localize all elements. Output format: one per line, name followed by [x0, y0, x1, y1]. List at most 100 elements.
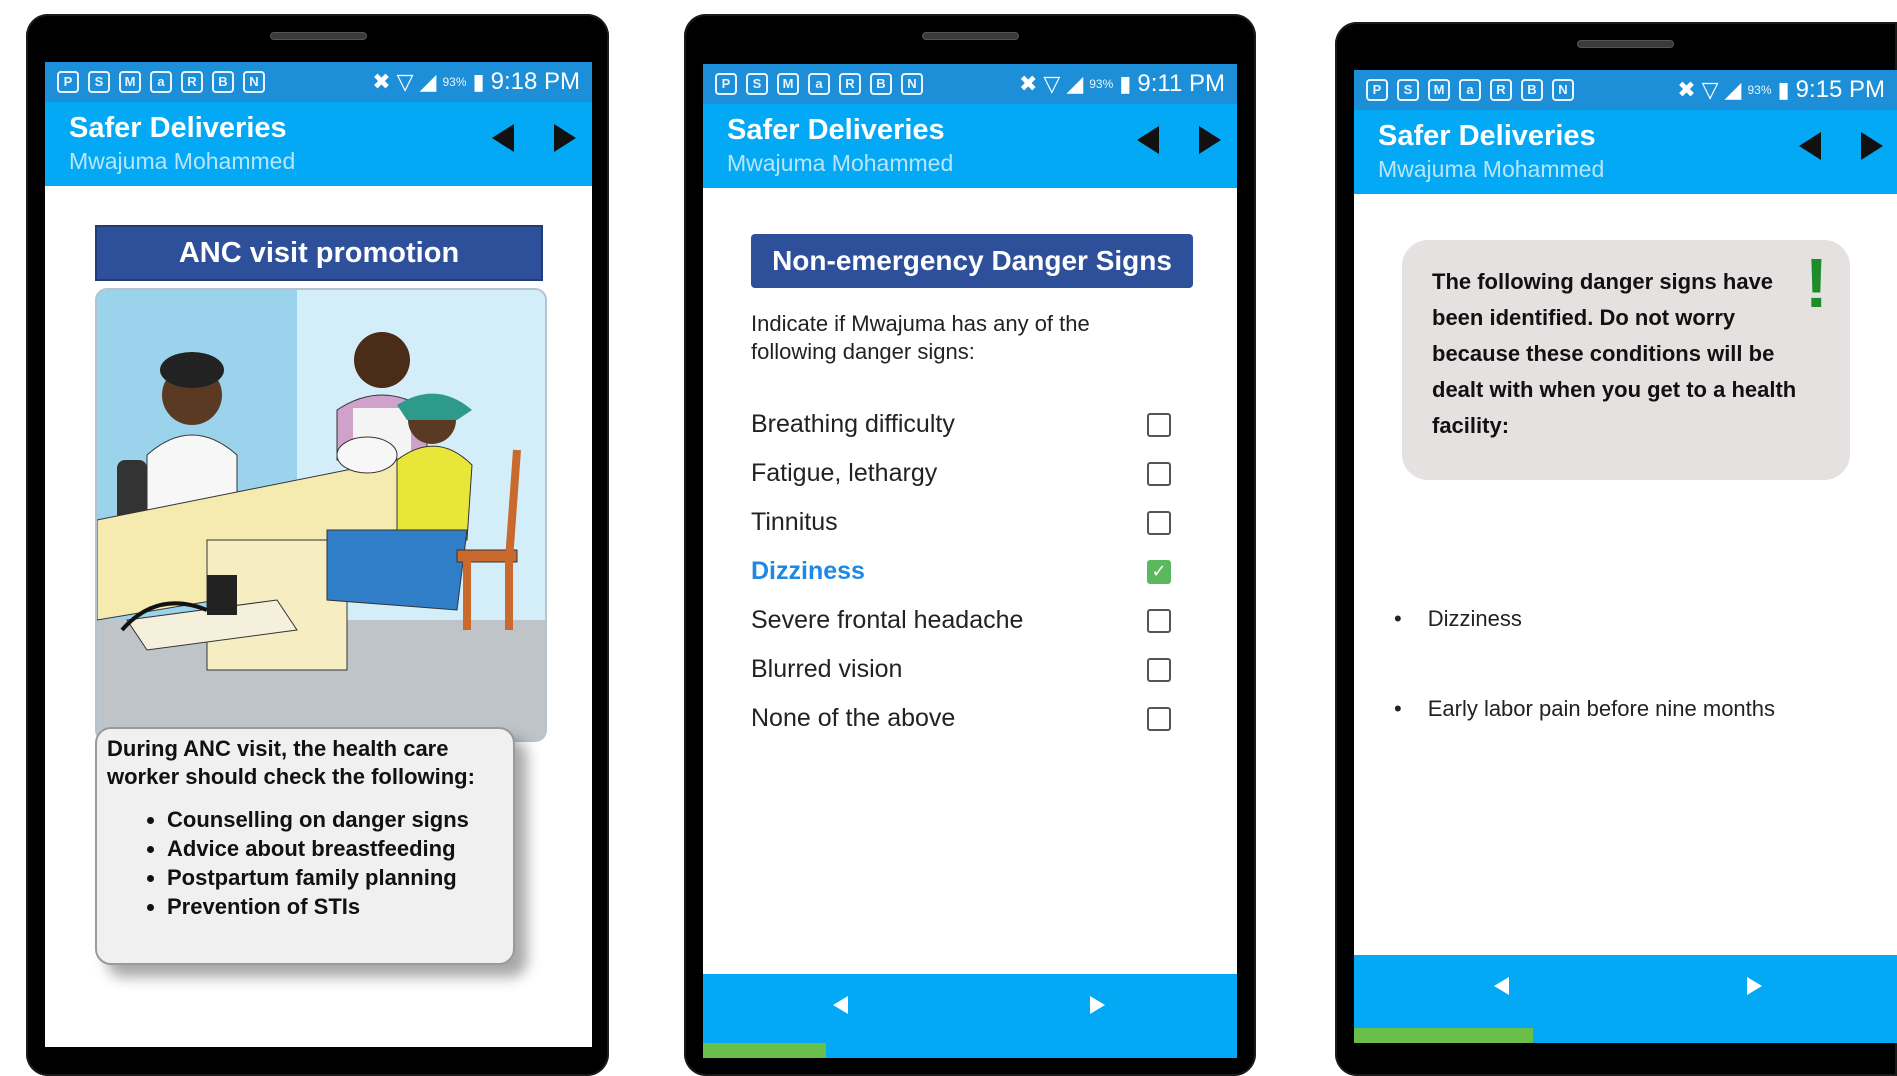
- notification-icon: M: [119, 71, 141, 93]
- wifi-icon: ▽: [1043, 71, 1061, 96]
- status-bar: P S M a R B N ✖ ▽ ◢ 93% ▮ 9:11 PM: [703, 64, 1237, 104]
- option-row[interactable]: Dizziness ✓: [751, 547, 1191, 596]
- checkbox[interactable]: [1147, 608, 1171, 633]
- signal-icon: ◢: [419, 69, 437, 94]
- list-item: Postpartum family planning: [167, 863, 503, 892]
- option-row[interactable]: Breathing difficulty: [751, 400, 1191, 449]
- card-intro: During ANC visit, the health care worker…: [107, 736, 475, 789]
- bullet-icon: •: [1394, 696, 1402, 721]
- option-label: Tinnitus: [751, 508, 838, 536]
- option-label: Fatigue, lethargy: [751, 459, 938, 487]
- status-bar: P S M a R B N ✖ ▽ ◢ 93% ▮ 9:15 PM: [1354, 70, 1897, 110]
- signal-icon: ◢: [1066, 71, 1084, 96]
- next-page-button[interactable]: [1199, 126, 1221, 154]
- signal-icon: ◢: [1724, 77, 1742, 102]
- status-bar: P S M a R B N ✖ ▽ ◢ 93% ▮ 9:18 PM: [45, 62, 592, 102]
- battery-icon: ▮: [1777, 77, 1790, 102]
- section-banner: Non-emergency Danger Signs: [751, 234, 1193, 288]
- battery-percent: 93%: [1089, 77, 1114, 91]
- list-item: Counselling on danger signs: [167, 805, 503, 834]
- notification-icon: B: [870, 73, 892, 95]
- notification-icon: S: [88, 71, 110, 93]
- prev-button[interactable]: [1494, 977, 1509, 995]
- app-bar: Safer Deliveries Mwajuma Mohammed: [45, 102, 592, 186]
- app-bar: Safer Deliveries Mwajuma Mohammed: [1354, 110, 1897, 194]
- list-item: Prevention of STIs: [167, 892, 503, 921]
- checkbox[interactable]: [1147, 657, 1171, 682]
- phone-1: P S M a R B N ✖ ▽ ◢ 93% ▮ 9:18 PM Safer …: [26, 14, 609, 1076]
- next-page-button[interactable]: [554, 124, 576, 152]
- prev-page-button[interactable]: [492, 124, 514, 152]
- notification-icon: P: [1366, 79, 1388, 101]
- screen-2: P S M a R B N ✖ ▽ ◢ 93% ▮ 9:11 PM Safer …: [703, 64, 1237, 1058]
- option-label: Severe frontal headache: [751, 606, 1024, 634]
- prev-page-button[interactable]: [1799, 132, 1821, 160]
- battery-icon: ▮: [472, 69, 485, 94]
- bottom-nav-bar: [703, 974, 1237, 1058]
- speaker-grille: [1577, 40, 1674, 48]
- next-page-button[interactable]: [1861, 132, 1883, 160]
- option-row[interactable]: Fatigue, lethargy: [751, 449, 1191, 498]
- checkbox[interactable]: [1147, 412, 1171, 437]
- notification-icon: P: [715, 73, 737, 95]
- bullet-icon: •: [1394, 606, 1402, 631]
- battery-percent: 93%: [442, 75, 467, 89]
- sign-label: Early labor pain before nine months: [1427, 696, 1776, 721]
- prev-button[interactable]: [833, 996, 848, 1014]
- wifi-icon: ▽: [1701, 77, 1719, 102]
- notification-icon: R: [839, 73, 861, 95]
- option-label: Blurred vision: [751, 655, 903, 683]
- left-arrow-icon: [833, 996, 848, 1014]
- notification-icon: N: [243, 71, 265, 93]
- clock: 9:18 PM: [490, 68, 580, 95]
- check-icon: ✓: [1151, 561, 1167, 581]
- notification-icon: N: [1552, 79, 1574, 101]
- clock: 9:11 PM: [1137, 70, 1225, 97]
- clock: 9:15 PM: [1795, 76, 1885, 103]
- list-item: • Dizziness: [1394, 606, 1775, 696]
- mute-icon: ✖: [372, 69, 391, 94]
- option-row[interactable]: None of the above: [751, 694, 1191, 743]
- screen-3: P S M a R B N ✖ ▽ ◢ 93% ▮ 9:15 PM Safer …: [1354, 70, 1897, 1043]
- option-row[interactable]: Tinnitus: [751, 498, 1191, 547]
- speaker-grille: [922, 32, 1019, 40]
- checkbox[interactable]: [1147, 706, 1171, 731]
- notification-icon: P: [57, 71, 79, 93]
- option-row[interactable]: Blurred vision: [751, 645, 1191, 694]
- option-label: Dizziness: [751, 557, 865, 585]
- exclamation-icon: !: [1804, 244, 1828, 322]
- list-item: • Early labor pain before nine months: [1394, 696, 1775, 786]
- right-arrow-icon: [1747, 977, 1762, 995]
- notification-icon: N: [901, 73, 923, 95]
- notification-icon: S: [1397, 79, 1419, 101]
- sign-label: Dizziness: [1427, 606, 1522, 631]
- speaker-grille: [270, 32, 367, 40]
- notification-icon: B: [1521, 79, 1543, 101]
- prev-page-button[interactable]: [1137, 126, 1159, 154]
- notification-icon: a: [1459, 79, 1481, 101]
- checkbox[interactable]: [1147, 461, 1171, 486]
- battery-icon: ▮: [1119, 71, 1132, 96]
- app-bar: Safer Deliveries Mwajuma Mohammed: [703, 104, 1237, 188]
- identified-signs-list: • Dizziness • Early labor pain before ni…: [1394, 606, 1775, 786]
- anc-checklist-card: During ANC visit, the health care worker…: [95, 727, 515, 965]
- bottom-nav-bar: [1354, 955, 1897, 1043]
- left-arrow-icon: [1494, 977, 1509, 995]
- option-label: Breathing difficulty: [751, 410, 955, 438]
- option-row[interactable]: Severe frontal headache: [751, 596, 1191, 645]
- next-button[interactable]: [1090, 996, 1105, 1014]
- checkbox[interactable]: [1147, 510, 1171, 535]
- mute-icon: ✖: [1677, 77, 1696, 102]
- phone-3: P S M a R B N ✖ ▽ ◢ 93% ▮ 9:15 PM Safer …: [1335, 22, 1897, 1076]
- checkbox-checked[interactable]: ✓: [1147, 559, 1171, 584]
- question-prompt: Indicate if Mwajuma has any of the follo…: [751, 311, 1090, 364]
- option-label: None of the above: [751, 704, 956, 732]
- next-button[interactable]: [1747, 977, 1762, 995]
- progress-bar: [703, 1043, 826, 1058]
- notification-icon: a: [150, 71, 172, 93]
- mute-icon: ✖: [1018, 71, 1038, 96]
- battery-percent: 93%: [1747, 83, 1772, 97]
- screen-1: P S M a R B N ✖ ▽ ◢ 93% ▮ 9:18 PM Safer …: [45, 62, 592, 1047]
- right-arrow-icon: [1090, 996, 1105, 1014]
- phone-2: P S M a R B N ✖ ▽ ◢ 93% ▮ 9:11 PM Safer …: [684, 14, 1256, 1076]
